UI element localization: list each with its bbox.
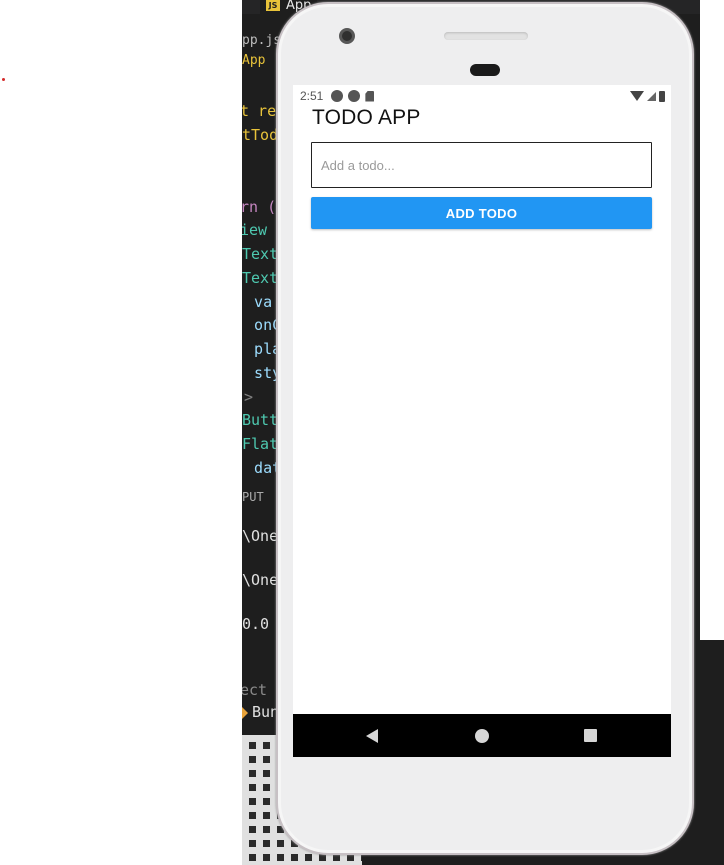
recent-apps-icon[interactable]	[584, 729, 597, 742]
back-icon[interactable]	[366, 729, 378, 743]
code-line: >	[244, 388, 254, 406]
app-notification-icon	[331, 90, 344, 102]
code-line: va	[254, 293, 273, 311]
wifi-icon	[630, 91, 644, 101]
status-bar: 2:51	[293, 85, 671, 107]
terminal-panel-label[interactable]: PUT	[242, 490, 264, 504]
signal-icon	[647, 91, 656, 101]
js-file-icon: JS	[266, 0, 280, 11]
battery-icon	[659, 90, 665, 102]
home-icon[interactable]	[475, 729, 489, 743]
red-dot	[2, 78, 5, 81]
phone-screen: 2:51 TODO APP ADD TODO	[293, 85, 671, 757]
terminal-line: \One	[242, 571, 279, 589]
code-line: Text	[242, 269, 279, 287]
notification-icons	[331, 90, 375, 102]
status-time: 2:51	[300, 89, 324, 103]
page-title: TODO APP	[312, 106, 421, 129]
terminal-line: \One	[242, 527, 279, 545]
code-line: rn (	[242, 198, 277, 216]
android-nav-bar	[293, 714, 671, 757]
system-icons	[630, 90, 665, 102]
sd-card-icon	[365, 90, 375, 102]
code-line: Text	[242, 245, 279, 263]
terminal-line: 0.0	[242, 615, 270, 633]
camera-icon	[339, 28, 355, 44]
breadcrumb-file[interactable]: pp.js	[242, 33, 281, 48]
sensor	[470, 64, 500, 76]
code-line: Butt	[242, 411, 279, 429]
code-line: iew	[242, 221, 268, 239]
speaker-grille	[444, 32, 528, 40]
app-notification-icon	[348, 90, 361, 102]
arrow-icon	[242, 707, 248, 719]
add-todo-button[interactable]: ADD TODO	[311, 197, 652, 229]
todo-input[interactable]	[311, 142, 652, 188]
side-panel	[700, 0, 724, 640]
code-line: Flat	[242, 435, 279, 453]
